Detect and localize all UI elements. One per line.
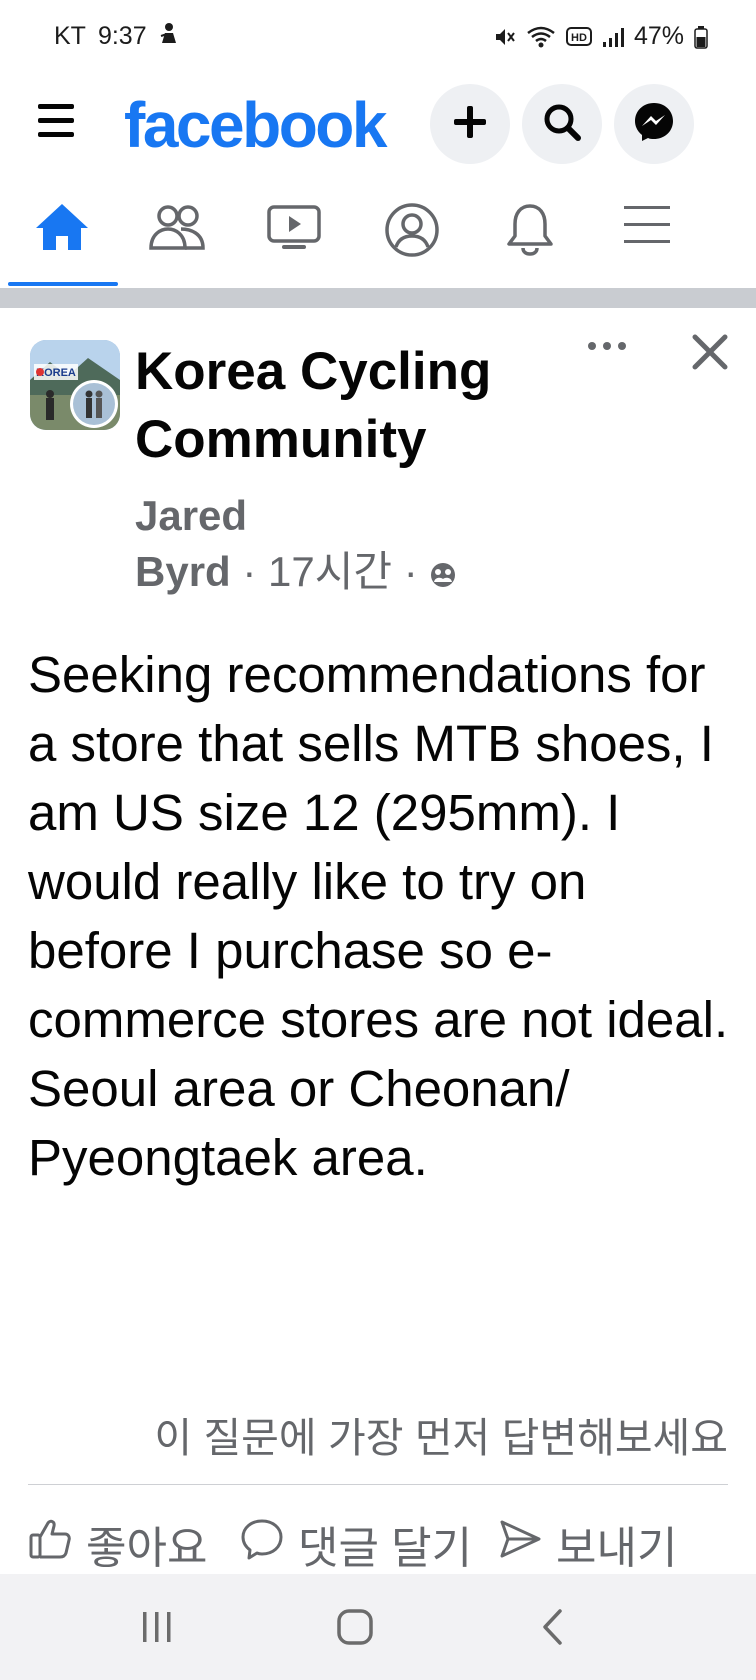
tab-notifications[interactable]: [468, 186, 592, 288]
menu-icon[interactable]: [38, 100, 78, 144]
send-label: 보내기: [556, 1524, 678, 1573]
more-options-icon[interactable]: [585, 332, 629, 360]
post-body-text: Seeking recommendations for a store that…: [28, 646, 729, 1186]
messenger-icon: [632, 100, 676, 149]
person-icon: [159, 22, 179, 51]
signal-icon: [602, 26, 624, 48]
create-button[interactable]: [430, 84, 510, 164]
battery-icon: [694, 25, 708, 49]
author-last-name[interactable]: Byrd: [135, 548, 231, 595]
answer-prompt[interactable]: 이 질문에 가장 먼저 답변해보세요: [0, 1404, 728, 1464]
video-icon: [266, 202, 322, 257]
meta-separator-2: ·: [392, 548, 430, 595]
home-icon: [34, 202, 90, 257]
like-button[interactable]: 좋아요: [28, 1504, 207, 1584]
tab-home[interactable]: [0, 186, 124, 288]
wifi-icon: [526, 25, 556, 49]
meta-separator: ·: [230, 548, 269, 595]
tab-bar: [0, 186, 756, 288]
like-label: 좋아요: [86, 1524, 208, 1573]
post-actions: 좋아요 댓글 달기 보내기: [0, 1504, 756, 1584]
status-left: KT 9:37: [54, 22, 179, 51]
post-meta: Jared Byrd · 17시간 ·: [135, 488, 535, 603]
post-time[interactable]: 17시간: [268, 548, 392, 595]
profile-icon: [384, 202, 440, 263]
battery-percent: 47%: [633, 22, 684, 50]
friends-icon: [148, 202, 206, 257]
system-nav-bar: [0, 1574, 756, 1680]
comment-icon: [240, 1517, 284, 1572]
comment-label: 댓글 달기: [298, 1524, 473, 1573]
active-tab-indicator: [8, 282, 118, 286]
home-button-icon[interactable]: [320, 1602, 390, 1652]
feed-divider: [0, 288, 756, 308]
comment-button[interactable]: 댓글 달기: [240, 1504, 472, 1584]
send-icon: [498, 1517, 542, 1572]
status-bar: KT 9:37 HD 47%: [0, 0, 756, 76]
tab-menu[interactable]: [585, 186, 709, 288]
messenger-button[interactable]: [614, 84, 694, 164]
tab-profile[interactable]: [350, 186, 474, 288]
app-header: facebook: [0, 76, 756, 176]
search-icon: [542, 102, 582, 147]
clock: 9:37: [97, 22, 147, 50]
search-button[interactable]: [522, 84, 602, 164]
hamburger-icon: [622, 202, 672, 253]
plus-icon: [452, 104, 488, 145]
group-avatar[interactable]: KOREA: [30, 340, 120, 430]
status-right: HD 47%: [492, 22, 708, 51]
group-name[interactable]: Korea Cycling Community: [135, 338, 555, 474]
bell-icon: [505, 202, 555, 261]
svg-text:HD: HD: [571, 32, 587, 44]
facebook-logo[interactable]: facebook: [124, 88, 387, 162]
mute-icon: [492, 25, 516, 49]
tab-friends[interactable]: [115, 186, 239, 288]
author-first-name[interactable]: Jared: [135, 488, 535, 544]
tab-video[interactable]: [232, 186, 356, 288]
recents-icon[interactable]: [122, 1602, 192, 1652]
hd-icon: HD: [565, 26, 592, 48]
carrier: KT: [54, 22, 86, 50]
actions-divider: [28, 1484, 728, 1485]
group-icon: [429, 547, 457, 603]
back-icon[interactable]: [518, 1602, 588, 1652]
thumbs-up-icon: [28, 1517, 72, 1572]
close-icon[interactable]: [690, 332, 730, 372]
send-button[interactable]: 보내기: [498, 1504, 677, 1584]
